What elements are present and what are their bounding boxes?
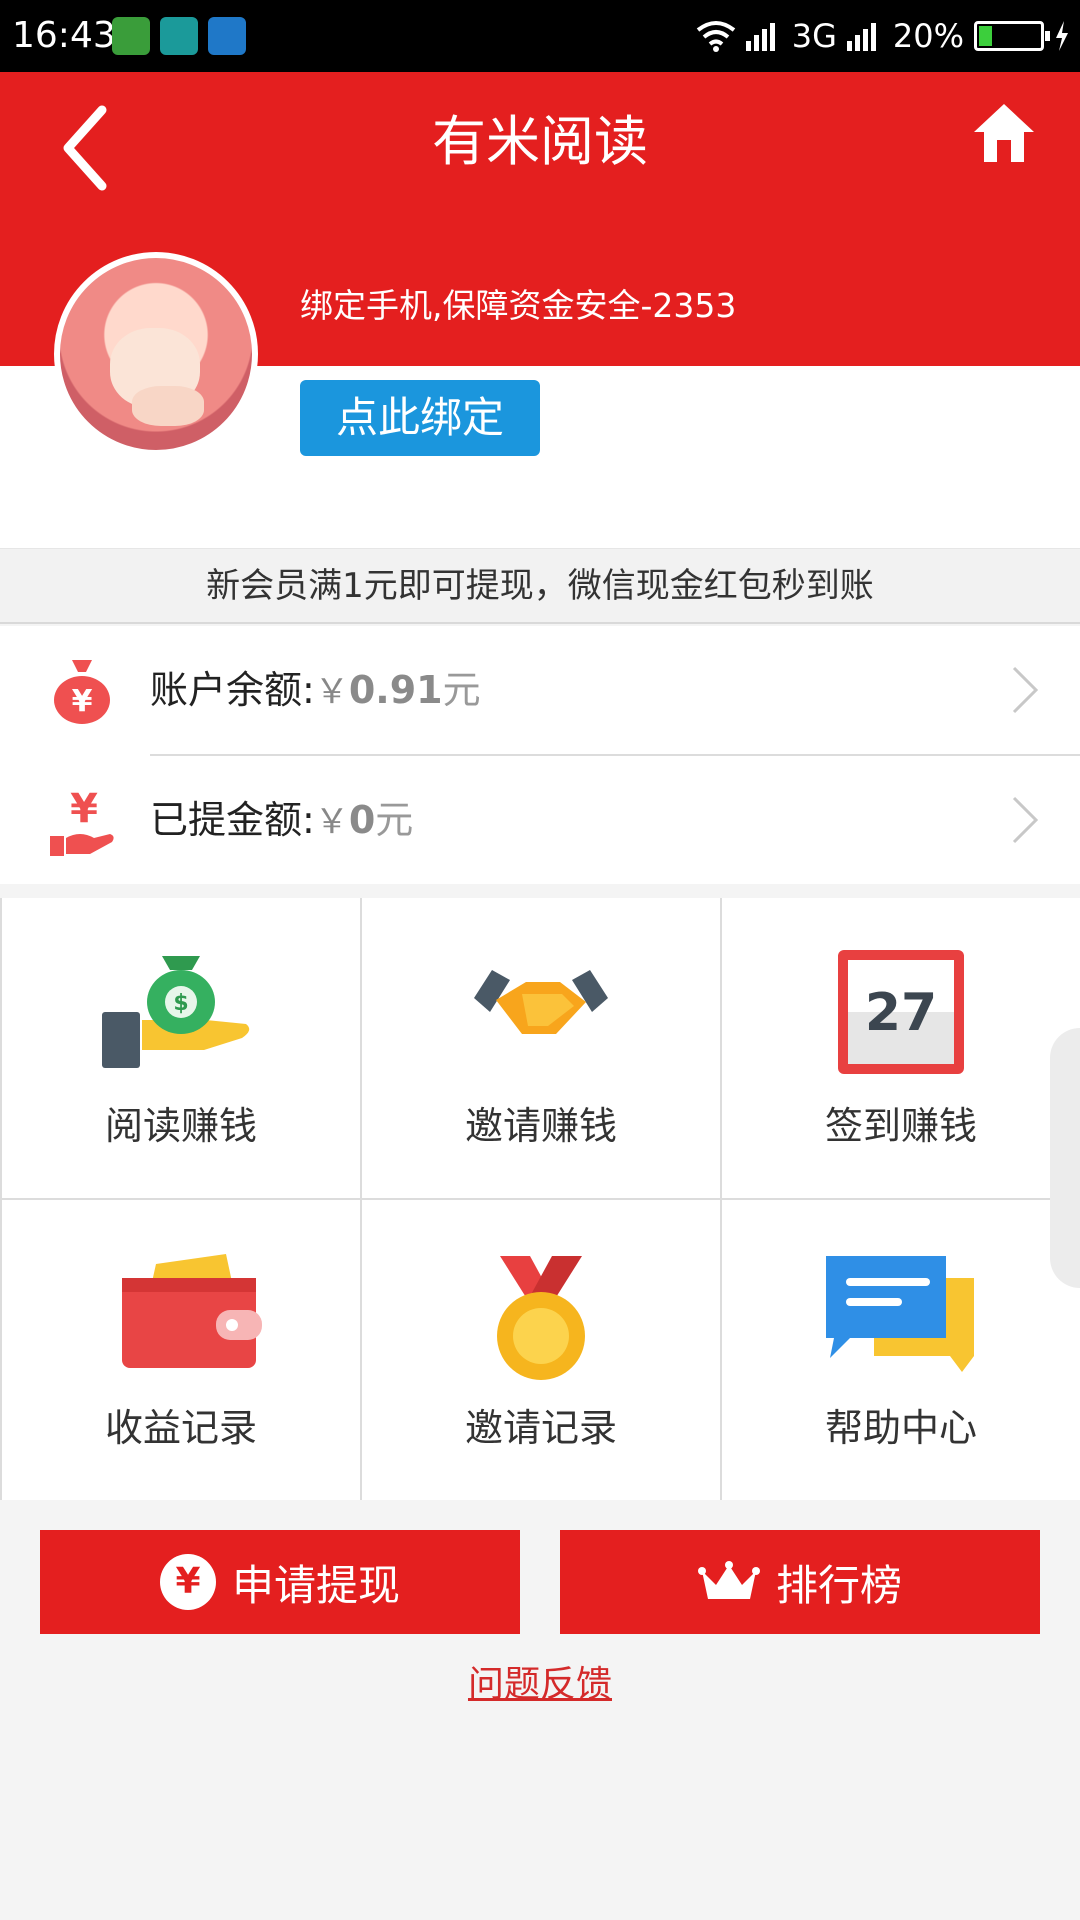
withdrawn-currency: ￥ — [314, 802, 349, 842]
battery-percent: 20% — [892, 17, 964, 55]
battery-icon — [974, 21, 1050, 51]
medal-icon — [497, 1256, 585, 1380]
feature-grid: $ 阅读赚钱 邀请赚钱 27 签到赚钱 收益记录 邀请记录 帮助中心 — [0, 898, 1080, 1500]
account-balance-text: 账户余额:￥0.91元 — [150, 662, 481, 720]
hand-yen-icon: ¥ — [50, 786, 114, 856]
signal-icon — [745, 23, 775, 51]
yen-circle-icon: ¥ — [159, 1554, 216, 1610]
balance-label: 账户余额: — [150, 668, 315, 712]
chat-bubbles-icon — [826, 1256, 974, 1372]
bind-phone-button[interactable]: 点此绑定 — [300, 380, 540, 456]
grid-label: 收益记录 — [104, 1406, 257, 1450]
page-title: 有米阅读 — [432, 110, 648, 173]
grid-item-help-center[interactable]: 帮助中心 — [722, 1200, 1080, 1500]
signal-icon-2 — [846, 23, 876, 51]
scan-app-icon — [160, 17, 198, 55]
grid-item-read-earn[interactable]: $ 阅读赚钱 — [2, 898, 360, 1198]
ranking-button[interactable]: 排行榜 — [560, 1530, 1040, 1634]
feedback-link[interactable]: 问题反馈 — [0, 1660, 1080, 1710]
balance-unit: 元 — [442, 668, 481, 712]
grid-item-checkin-earn[interactable]: 27 签到赚钱 — [722, 898, 1080, 1198]
wifi-icon — [696, 21, 735, 52]
network-type: 3G — [791, 17, 837, 55]
battery-app-icon — [208, 17, 246, 55]
bind-phone-tip: 绑定手机,保障资金安全-2353 — [300, 286, 737, 325]
grid-item-invite-record[interactable]: 邀请记录 — [362, 1200, 720, 1500]
handshake-icon — [474, 970, 608, 1034]
status-time: 16:43 — [12, 15, 116, 56]
grid-item-invite-earn[interactable]: 邀请赚钱 — [362, 898, 720, 1198]
grid-label: 帮助中心 — [824, 1406, 977, 1450]
charging-icon — [1056, 21, 1068, 51]
withdraw-button[interactable]: ¥ 申请提现 — [40, 1530, 520, 1634]
grid-label: 阅读赚钱 — [104, 1104, 257, 1148]
wallet-icon — [122, 1254, 262, 1368]
chevron-right-icon — [1012, 796, 1039, 844]
money-bag-icon: ¥ — [54, 660, 110, 724]
money-bag-hand-icon: $ — [102, 956, 250, 1068]
withdrawn-label: 已提金额: — [150, 798, 315, 842]
calendar-day: 27 — [865, 983, 937, 1043]
security-app-icon — [112, 17, 150, 55]
grid-item-earnings-record[interactable]: 收益记录 — [2, 1200, 360, 1500]
avatar-hand — [132, 386, 204, 426]
crown-icon — [697, 1561, 760, 1599]
withdrawn-amount-row[interactable]: ¥ 已提金额:￥0元 — [0, 756, 1080, 884]
home-icon[interactable] — [970, 100, 1038, 168]
account-balance-row[interactable]: ¥ 账户余额:￥0.91元 — [0, 626, 1080, 756]
withdrawn-amount: 0 — [348, 798, 376, 842]
svg-text:$: $ — [173, 991, 188, 1016]
balance-currency: ￥ — [314, 672, 349, 712]
avatar[interactable] — [54, 252, 258, 456]
status-bar: 16:43 3G 20% — [0, 0, 1080, 72]
chevron-right-icon — [1012, 666, 1039, 714]
withdrawn-amount-text: 已提金额:￥0元 — [150, 792, 413, 850]
withdraw-button-label: 申请提现 — [231, 1560, 400, 1610]
svg-text:¥: ¥ — [72, 684, 93, 719]
ranking-button-label: 排行榜 — [775, 1560, 902, 1610]
grid-label: 签到赚钱 — [824, 1104, 977, 1148]
withdraw-notice: 新会员满1元即可提现，微信现金红包秒到账 — [0, 548, 1080, 624]
svg-text:¥: ¥ — [70, 786, 98, 832]
side-drawer-handle[interactable] — [1050, 1028, 1080, 1288]
grid-label: 邀请赚钱 — [464, 1104, 617, 1148]
grid-label: 邀请记录 — [464, 1406, 617, 1450]
withdrawn-unit: 元 — [375, 798, 414, 842]
status-indicators: 3G 20% — [696, 12, 1070, 60]
balance-amount: 0.91 — [348, 668, 443, 712]
calendar-icon: 27 — [838, 950, 964, 1074]
